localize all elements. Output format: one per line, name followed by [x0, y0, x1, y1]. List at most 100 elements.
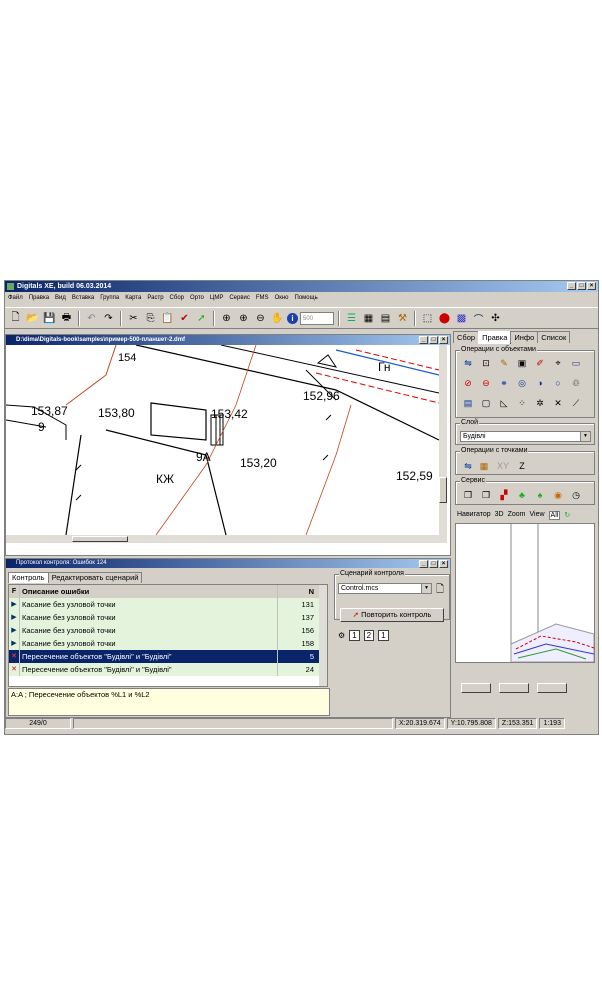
tab-zoom[interactable]: Zoom [508, 511, 526, 520]
nav-view-button-3[interactable] [537, 683, 567, 693]
pan-hand-icon[interactable]: ✋ [270, 311, 285, 326]
menu-edit[interactable]: Правка [29, 293, 49, 304]
open-folder-icon[interactable]: 📂 [25, 311, 40, 326]
close-button[interactable]: × [587, 282, 596, 290]
box-icon[interactable]: ❐ [480, 489, 492, 501]
line-icon[interactable]: ▭ [570, 357, 582, 369]
menu-insert[interactable]: Вставка [72, 293, 94, 304]
cut-icon[interactable]: ✂ [126, 311, 141, 326]
square-icon[interactable]: ▢ [480, 397, 492, 409]
frame-icon[interactable]: ⊡ [480, 357, 492, 369]
point-split-icon[interactable]: ⇋ [462, 460, 474, 472]
cube-icon[interactable]: ❒ [462, 489, 474, 501]
menu-map[interactable]: Карта [125, 293, 141, 304]
menu-raster[interactable]: Растр [147, 293, 163, 304]
raster-edit-icon[interactable]: ▤ [462, 397, 474, 409]
layers-icon[interactable]: ☰ [344, 311, 359, 326]
save-icon[interactable]: 💾 [42, 311, 57, 326]
rotate-icon[interactable]: ♲ [570, 377, 582, 389]
info-icon[interactable]: i [287, 312, 298, 324]
table-row[interactable]: ▶ Касание без узловой точки 158 [9, 637, 319, 650]
brush-icon[interactable]: ✐ [534, 357, 546, 369]
tab-info[interactable]: Инфо [510, 331, 539, 343]
map-close-button[interactable]: × [439, 336, 448, 344]
zoom-out-icon[interactable]: ⊖ [253, 311, 268, 326]
step-12-button[interactable]: 1 [378, 630, 389, 641]
cross-icon[interactable]: ✕ [552, 397, 564, 409]
error-maximize-button[interactable]: □ [429, 560, 438, 568]
menu-view[interactable]: Вид [55, 293, 66, 304]
step-1-button[interactable]: 1 [349, 630, 360, 641]
curve-icon[interactable]: ⌒ [471, 311, 486, 326]
redo-icon[interactable]: ↷ [101, 311, 116, 326]
table-row[interactable]: ▶ Касание без узловой точки 156 [9, 624, 319, 637]
clock-icon[interactable]: ◷ [570, 489, 582, 501]
map-hscroll-thumb[interactable] [72, 536, 128, 542]
menu-help[interactable]: Помощь [295, 293, 318, 304]
chevron-down-icon[interactable]: ▼ [421, 584, 431, 593]
menu-group[interactable]: Группа [100, 293, 119, 304]
step-2-button[interactable]: 2 [363, 630, 375, 641]
select-icon[interactable]: ⬚ [420, 311, 435, 326]
arrow-icon[interactable]: ➚ [194, 311, 209, 326]
tab-edit-scenario[interactable]: Редактировать сценарий [47, 572, 143, 583]
tab-all[interactable]: All [548, 511, 561, 520]
palette-icon[interactable]: ▞ [498, 489, 510, 501]
new-scenario-icon[interactable]: 🗋 [436, 582, 444, 599]
refresh-icon[interactable]: ↻ [564, 511, 570, 520]
settings-icon[interactable]: ⚙ [338, 631, 345, 640]
maximize-button[interactable]: □ [577, 282, 586, 290]
scale-input[interactable]: 500 [300, 311, 334, 325]
map-horizontal-scrollbar[interactable] [6, 535, 442, 543]
scenario-combo[interactable]: Control.mcs ▼ [338, 583, 432, 594]
tab-edit[interactable]: Правка [478, 331, 512, 344]
paste-icon[interactable]: 📋 [160, 311, 175, 326]
raster-icon[interactable]: ▩ [454, 311, 469, 326]
copy-icon[interactable]: ⎘ [143, 311, 158, 326]
menu-window[interactable]: Окно [275, 293, 289, 304]
point-edit-icon[interactable]: ▦ [478, 460, 490, 472]
table-row[interactable]: ✕ Пересечение объектов "Будівлі" и "Буді… [9, 663, 319, 676]
table-row-selected[interactable]: ✕ Пересечение объектов "Будівлі" и "Буді… [9, 650, 319, 663]
tab-list[interactable]: Список [537, 331, 571, 343]
properties-icon[interactable]: ▤ [378, 311, 393, 326]
union-icon[interactable]: ⚭ [498, 377, 510, 389]
tab-navigator[interactable]: Навигатор [457, 511, 491, 520]
image-icon[interactable]: ▣ [516, 357, 528, 369]
table-row[interactable]: ▶ Касание без узловой точки 137 [9, 611, 319, 624]
zoom-in-icon[interactable]: ⊕ [236, 311, 251, 326]
intersect-icon[interactable]: ◎ [516, 377, 528, 389]
nav-view-button-1[interactable] [461, 683, 491, 693]
nav-view-button-2[interactable] [499, 683, 529, 693]
zoom-window-icon[interactable]: ⊕ [219, 311, 234, 326]
tab-3d[interactable]: 3D [495, 511, 504, 520]
table-row[interactable]: ▶ Касание без узловой точки 131 [9, 598, 319, 611]
navigator-view[interactable] [455, 523, 595, 663]
error-close-button[interactable]: × [439, 560, 448, 568]
compass-icon[interactable]: ⊘ [462, 377, 474, 389]
repeat-control-button[interactable]: ➚ Повторить контроль [340, 608, 444, 622]
forest-icon[interactable]: ♠ [534, 489, 546, 501]
tab-view[interactable]: View [530, 511, 545, 520]
new-file-icon[interactable]: 🗋 [8, 311, 23, 326]
traffic-icon[interactable]: ⬤ [437, 311, 452, 326]
menu-service[interactable]: Сервис [229, 293, 250, 304]
menu-ortho[interactable]: Орто [190, 293, 204, 304]
map-minimize-button[interactable]: _ [419, 336, 428, 344]
menu-collect[interactable]: Сбор [170, 293, 184, 304]
error-minimize-button[interactable]: _ [419, 560, 428, 568]
tab-control[interactable]: Контроль [8, 572, 49, 583]
map-maximize-button[interactable]: □ [429, 336, 438, 344]
header-flag[interactable]: F [9, 585, 20, 598]
menu-file[interactable]: Файл [8, 293, 23, 304]
shape-icon[interactable]: ◺ [498, 397, 510, 409]
print-icon[interactable]: 🖶 [59, 311, 74, 326]
tools-icon[interactable]: ⚒ [395, 311, 410, 326]
cut-line-icon[interactable]: ⊖ [480, 377, 492, 389]
header-description[interactable]: Описание ошибки [22, 585, 282, 598]
globe-icon[interactable]: ◉ [552, 489, 564, 501]
target-icon[interactable]: ⌖ [552, 357, 564, 369]
tab-collect[interactable]: Сбор [453, 331, 480, 343]
menu-fms[interactable]: FMS [256, 293, 269, 304]
network-icon[interactable]: ✣ [488, 311, 503, 326]
